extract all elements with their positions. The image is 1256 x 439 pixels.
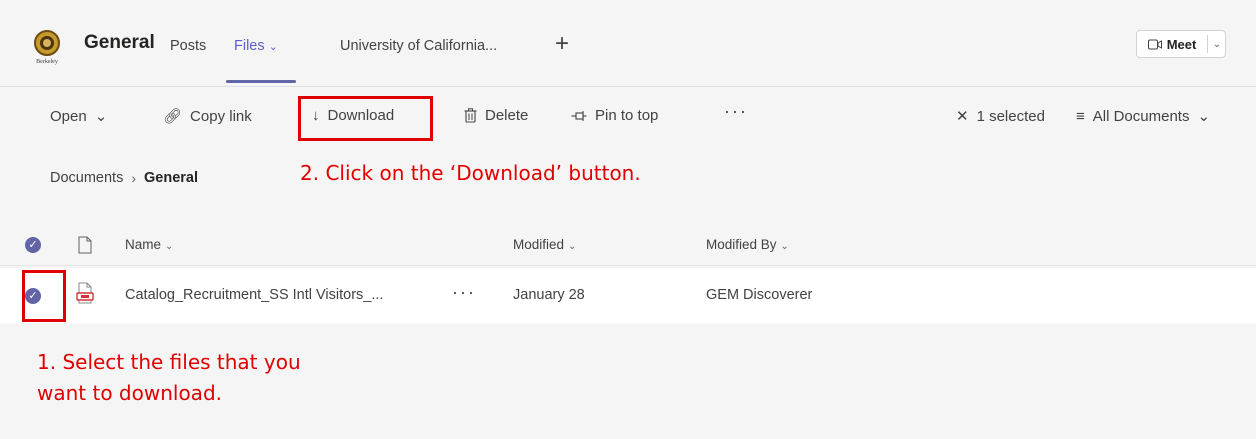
view-selector[interactable]: ≡ All Documents ⌄ (1076, 107, 1211, 126)
pin-to-top-button[interactable]: Pin to top (571, 107, 658, 124)
table-header: ✓ Name ⌄ Modified ⌄ Modified By ⌄ (0, 226, 1256, 266)
chevron-right-icon: › (131, 170, 137, 186)
channel-name: General (84, 32, 155, 53)
plus-icon[interactable]: + (555, 30, 569, 58)
berkeley-logo: Berkeley (30, 29, 64, 65)
channel-header: Berkeley General Posts Files ⌄ University… (0, 0, 1256, 86)
delete-button[interactable]: Delete (464, 107, 528, 124)
modified-date: January 28 (513, 287, 585, 303)
meet-divider (1207, 35, 1208, 53)
active-tab-indicator (226, 80, 296, 83)
tab-university-of-california[interactable]: University of California... (340, 38, 497, 54)
annotation-step-1: 1. Select the files that you want to dow… (37, 347, 417, 409)
pin-icon (571, 110, 587, 121)
breadcrumb: Documents › General (50, 170, 198, 186)
modified-by: GEM Discoverer (706, 287, 813, 303)
video-camera-icon (1147, 39, 1162, 49)
annotation-step-2: 2. Click on the ‘Download’ button. (300, 161, 641, 185)
column-header-modified-by[interactable]: Modified By ⌄ (706, 237, 789, 252)
annotation-step-1-line-1: 1. Select the files that you (37, 350, 301, 374)
download-highlight-box (298, 96, 433, 141)
row-more-options-button[interactable]: ··· (452, 282, 476, 303)
meet-main-button[interactable]: Meet (1137, 31, 1207, 57)
chevron-down-icon: ⌄ (165, 241, 174, 252)
file-name-link[interactable]: Catalog_Recruitment_SS Intl Visitors_... (125, 287, 383, 303)
tab-files[interactable]: Files ⌄ (234, 38, 278, 54)
file-type-column-icon (78, 236, 92, 254)
select-all-checkbox[interactable]: ✓ (25, 237, 41, 253)
svg-text:Berkeley: Berkeley (36, 59, 58, 65)
column-header-modified[interactable]: Modified ⌄ (513, 237, 576, 252)
link-icon: 🔗︎ (163, 108, 183, 125)
chevron-down-icon: ⌄ (268, 41, 278, 53)
breadcrumb-current: General (144, 170, 199, 186)
chevron-down-icon: ⌄ (1197, 108, 1211, 125)
checkmark-icon: ✓ (28, 238, 38, 251)
meet-button[interactable]: Meet ⌄ (1136, 30, 1226, 58)
annotation-step-1-line-2: want to download. (37, 381, 222, 405)
more-options-button[interactable]: ··· (724, 101, 748, 122)
copy-link-button[interactable]: 🔗︎ Copy link (163, 107, 252, 126)
column-header-name[interactable]: Name ⌄ (125, 237, 173, 252)
chevron-down-icon: ⌄ (568, 241, 577, 252)
checkbox-highlight-box (22, 270, 66, 322)
breadcrumb-documents[interactable]: Documents (50, 170, 123, 186)
tab-posts[interactable]: Posts (170, 38, 206, 54)
open-button[interactable]: Open ⌄ (50, 107, 108, 126)
command-bar: Open ⌄ 🔗︎ Copy link ↓ Download Delete Pi… (0, 86, 1256, 148)
list-view-icon: ≡ (1076, 107, 1085, 125)
chevron-down-icon: ⌄ (94, 108, 108, 125)
meet-dropdown-chevron-icon[interactable]: ⌄ (1209, 35, 1225, 53)
selection-indicator[interactable]: ✕ 1 selected (956, 107, 1045, 126)
pdf-file-icon (76, 282, 94, 304)
table-row[interactable]: ✓ Catalog_Recruitment_SS Intl Visitors_.… (0, 268, 1256, 323)
trash-icon (464, 108, 477, 123)
close-icon[interactable]: ✕ (956, 107, 969, 125)
chevron-down-icon: ⌄ (780, 241, 789, 252)
